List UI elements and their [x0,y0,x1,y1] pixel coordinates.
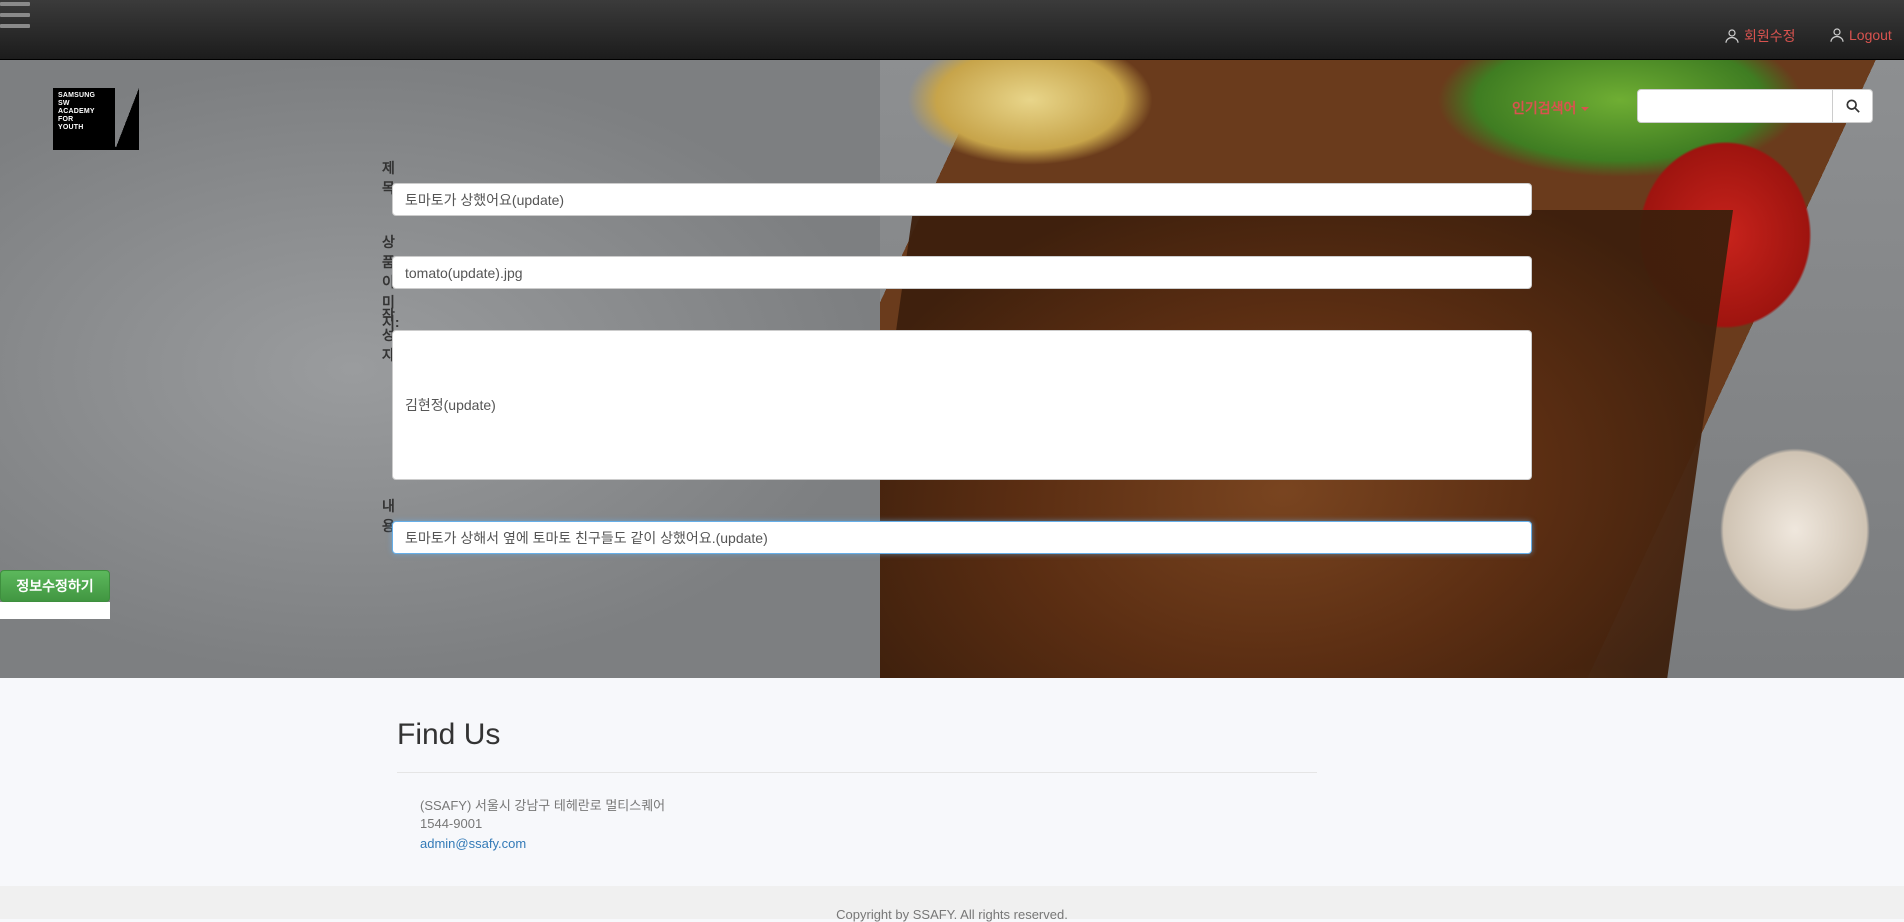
phone-text: 1544-9001 [420,816,483,831]
search-input[interactable] [1637,89,1833,123]
logo-text: SAMSUNG SW ACADEMY FOR YOUTH [53,88,115,150]
search-icon [1845,99,1860,113]
logout-link[interactable]: Logout [1828,26,1892,44]
title-input[interactable]: 토마토가 상했어요(update) [392,183,1532,216]
find-us-title: Find Us [397,718,501,751]
update-info-button[interactable]: 정보수정하기 [0,570,110,602]
find-us-section [0,678,1904,886]
divider [397,772,1317,773]
popular-search-label: 인기검색어 [1512,100,1577,116]
author-input[interactable]: 김현정(update) [392,330,1532,480]
user-icon [1830,28,1844,42]
caret-down-icon [1581,107,1590,112]
user-icon [1725,29,1739,43]
ssafy-logo[interactable]: SAMSUNG SW ACADEMY FOR YOUTH [53,88,139,150]
submit-underlay [0,602,110,619]
top-navbar: 회원수정 Logout [0,0,1904,60]
copyright-text: Copyright by SSAFY. All rights reserved. [836,907,1068,922]
content-input[interactable]: 토마토가 상해서 옆에 토마토 친구들도 같이 상했어요.(update) [392,521,1532,554]
search-button[interactable] [1832,89,1873,123]
popular-search-dropdown[interactable]: 인기검색어 [1512,98,1590,118]
image-input[interactable]: tomato(update).jpg [392,256,1532,289]
edit-member-label: 회원수정 [1744,28,1796,44]
edit-member-link[interactable]: 회원수정 [1723,26,1796,46]
logout-label: Logout [1849,27,1892,43]
address-text: (SSAFY) 서울시 강남구 테헤란로 멀티스퀘어 [420,798,666,813]
email-link[interactable]: admin@ssafy.com [420,836,526,851]
menu-icon[interactable] [0,2,30,28]
